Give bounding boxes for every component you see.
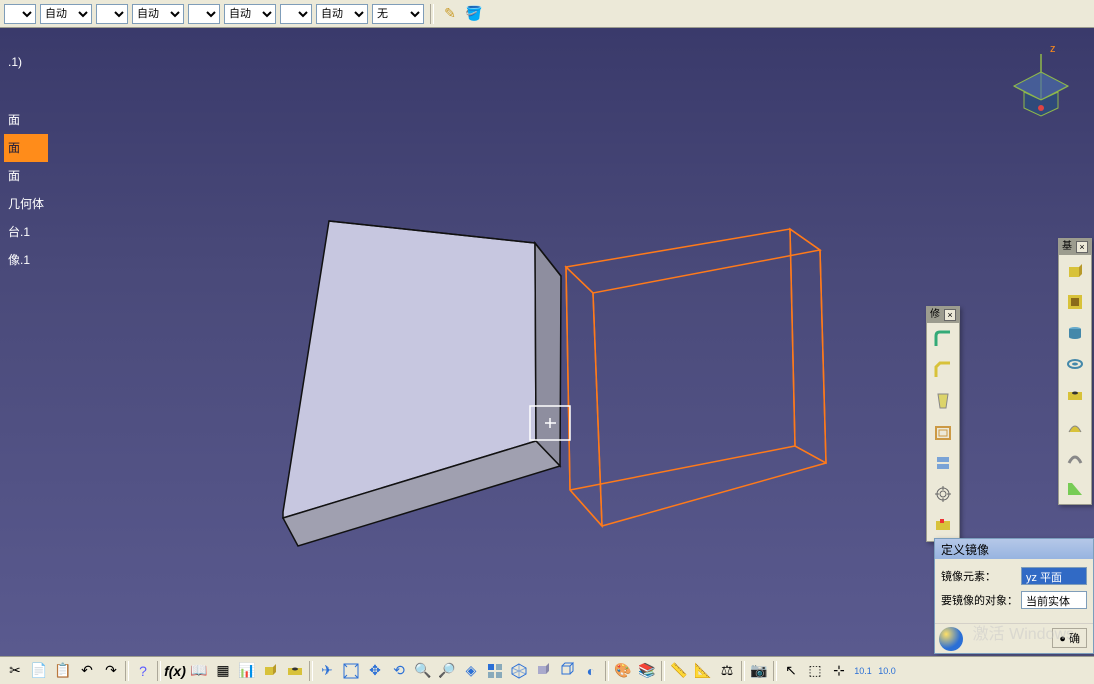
toolbar-title-label: 修 [930, 307, 940, 323]
remove-face-button[interactable] [928, 510, 958, 540]
object-to-mirror-field[interactable]: 当前实体 [1021, 591, 1087, 609]
3d-scene [0, 28, 900, 628]
pocket-button[interactable] [1060, 287, 1090, 317]
redo-icon[interactable]: ↷ [100, 660, 122, 682]
toolbar-title-label: 基 [1062, 239, 1072, 255]
pan-icon[interactable]: ✥ [364, 660, 386, 682]
paste-icon[interactable]: 📋 [52, 660, 74, 682]
dd-3[interactable] [96, 4, 128, 24]
pad-button[interactable] [1060, 256, 1090, 286]
shading-icon[interactable] [532, 660, 554, 682]
separator [309, 661, 313, 681]
dd-7[interactable] [280, 4, 312, 24]
hole-button[interactable] [1060, 380, 1090, 410]
help-icon[interactable]: ? [132, 660, 154, 682]
capture-icon[interactable]: 📷 [748, 660, 770, 682]
apply-material-icon[interactable]: 🎨 [612, 660, 634, 682]
analysis-icon[interactable]: ⚖ [716, 660, 738, 682]
rib-button[interactable] [1060, 411, 1090, 441]
chamfer-button[interactable] [928, 355, 958, 385]
close-icon[interactable]: × [1076, 241, 1088, 253]
separator [773, 661, 777, 681]
separator [125, 661, 129, 681]
shaft-button[interactable] [1060, 318, 1090, 348]
draft-button[interactable] [928, 386, 958, 416]
hide-show-icon[interactable]: ◐ [580, 660, 602, 682]
dd-4[interactable]: 自动 [132, 4, 184, 24]
zoom-out-icon[interactable]: 🔎 [436, 660, 458, 682]
thickness-button[interactable] [928, 448, 958, 478]
dd-9[interactable]: 无 [372, 4, 424, 24]
feature-toolbar: 修 × [926, 306, 960, 542]
dd-5[interactable] [188, 4, 220, 24]
rotate-icon[interactable]: ⟲ [388, 660, 410, 682]
dim2-icon[interactable]: 10.0 [876, 660, 898, 682]
separator [661, 661, 665, 681]
copy-icon[interactable]: 📄 [28, 660, 50, 682]
mirror-preview-wireframe[interactable] [566, 229, 826, 526]
wireframe-icon[interactable] [556, 660, 578, 682]
dd-8[interactable]: 自动 [316, 4, 368, 24]
mirror-element-label: 镜像元素： [941, 568, 1021, 584]
rule-icon[interactable]: 📊 [236, 660, 258, 682]
measure-icon[interactable]: 📏 [668, 660, 690, 682]
select-icon[interactable]: ↖ [780, 660, 802, 682]
iso-view-icon[interactable] [508, 660, 530, 682]
normal-view-icon[interactable]: ◈ [460, 660, 482, 682]
3d-viewport[interactable]: .1) 面 面 面 几何体 台.1 像.1 z [0, 28, 1094, 656]
zoom-in-icon[interactable]: 🔍 [412, 660, 434, 682]
ok-button[interactable]: ● 确 [1052, 628, 1087, 648]
undo-icon[interactable]: ↶ [76, 660, 98, 682]
axis-icon[interactable]: ⊹ [828, 660, 850, 682]
fly-icon[interactable]: ✈ [316, 660, 338, 682]
object-to-mirror-label: 要镜像的对象： [941, 592, 1021, 608]
pencil-icon[interactable]: ✎ [440, 4, 460, 24]
toolbar-title[interactable]: 修 × [927, 307, 959, 323]
separator [157, 661, 161, 681]
groove-button[interactable] [1060, 349, 1090, 379]
fillet-button[interactable] [928, 324, 958, 354]
mirror-element-field[interactable]: yz 平面 [1021, 567, 1087, 585]
solid-body[interactable] [283, 221, 561, 546]
toolbar-separator [430, 4, 434, 24]
dialog-titlebar[interactable]: 定义镜像 [935, 539, 1093, 559]
catalog-icon[interactable]: 📚 [636, 660, 658, 682]
top-toolbar: 自动 自动 自动 自动 无 ✎ 🪣 [0, 0, 1094, 28]
compass-widget[interactable]: z [1006, 42, 1076, 117]
hole-icon[interactable] [284, 660, 306, 682]
toolbar-title[interactable]: 基 × [1059, 239, 1091, 255]
selection-trap-icon[interactable]: ⬚ [804, 660, 826, 682]
earth-icon [939, 627, 963, 651]
formula-icon[interactable]: f(x) [164, 660, 186, 682]
paint-bucket-icon[interactable]: 🪣 [464, 4, 484, 24]
mirror-definition-dialog: 定义镜像 镜像元素： yz 平面 要镜像的对象： 当前实体 ● 确 [934, 538, 1094, 654]
dd-6[interactable]: 自动 [224, 4, 276, 24]
sketch-based-toolbar: 基 × [1058, 238, 1092, 505]
fit-all-icon[interactable] [340, 660, 362, 682]
measure-between-icon[interactable]: 📐 [692, 660, 714, 682]
separator [605, 661, 609, 681]
dd-1[interactable] [4, 4, 36, 24]
design-table-icon[interactable]: ▦ [212, 660, 234, 682]
z-axis-label: z [1050, 43, 1056, 55]
slot-button[interactable] [1060, 442, 1090, 472]
pad-icon[interactable] [260, 660, 282, 682]
bottom-toolbar: ✂ 📄 📋 ↶ ↷ ? f(x) 📖 ▦ 📊 ✈ ✥ ⟲ 🔍 🔎 ◈ ◐ 🎨 📚… [0, 656, 1094, 684]
shell-button[interactable] [928, 417, 958, 447]
dd-2[interactable]: 自动 [40, 4, 92, 24]
thread-button[interactable] [928, 479, 958, 509]
knowledge-icon[interactable]: 📖 [188, 660, 210, 682]
multi-view-icon[interactable] [484, 660, 506, 682]
stiffener-button[interactable] [1060, 473, 1090, 503]
close-icon[interactable]: × [944, 309, 956, 321]
dim1-icon[interactable]: 10.1 [852, 660, 874, 682]
cut-icon[interactable]: ✂ [4, 660, 26, 682]
separator [741, 661, 745, 681]
